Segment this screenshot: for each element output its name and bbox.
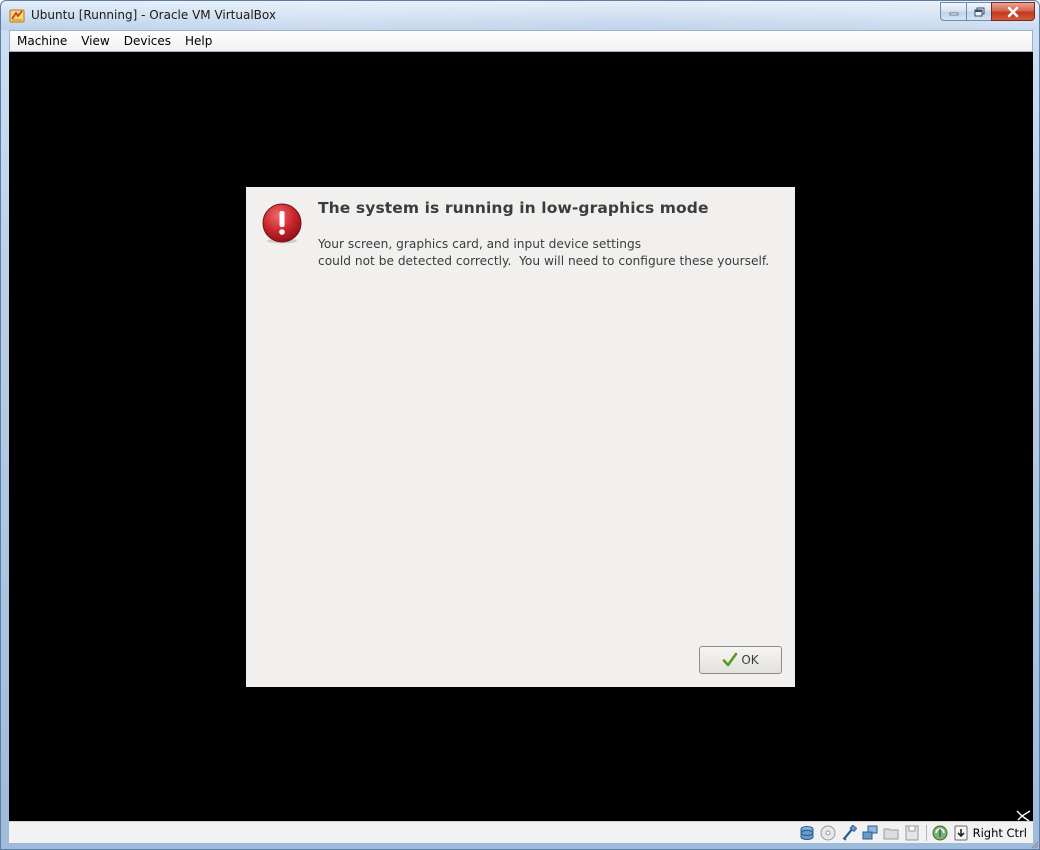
virtualbox-window: Ubuntu [Running] - Oracle VM VirtualBox: [0, 0, 1040, 850]
usb-icon[interactable]: [841, 825, 857, 841]
error-icon: [262, 203, 302, 244]
optical-drive-icon[interactable]: [820, 825, 836, 841]
restore-icon: [974, 7, 984, 16]
host-key-label: Right Ctrl: [972, 826, 1027, 840]
window-title: Ubuntu [Running] - Oracle VM VirtualBox: [31, 8, 276, 22]
virtualization-icon[interactable]: [932, 825, 948, 841]
minimize-button[interactable]: [940, 2, 967, 21]
title-bar[interactable]: Ubuntu [Running] - Oracle VM VirtualBox: [1, 1, 1039, 30]
vm-display[interactable]: The system is running in low-graphics mo…: [9, 52, 1033, 821]
menu-view[interactable]: View: [74, 31, 116, 51]
close-button[interactable]: [991, 2, 1035, 21]
mouse-integration-icon[interactable]: [953, 825, 969, 841]
menu-devices[interactable]: Devices: [117, 31, 178, 51]
network-icon[interactable]: [862, 825, 878, 841]
menu-machine[interactable]: Machine: [10, 31, 74, 51]
checkmark-icon: [723, 652, 738, 667]
low-graphics-dialog: The system is running in low-graphics mo…: [246, 187, 795, 687]
menu-help[interactable]: Help: [178, 31, 219, 51]
dialog-title: The system is running in low-graphics mo…: [318, 199, 709, 217]
status-bar: Right Ctrl: [9, 821, 1033, 843]
status-icons: Right Ctrl: [794, 824, 1027, 842]
dialog-message: Your screen, graphics card, and input de…: [318, 236, 769, 270]
status-separator: [925, 825, 927, 841]
dialog-message-line-2: could not be detected correctly. You wil…: [318, 254, 770, 268]
ok-button[interactable]: OK: [699, 646, 782, 674]
resize-grip-icon[interactable]: [1029, 839, 1039, 849]
close-icon: [1007, 6, 1019, 17]
ok-button-label: OK: [741, 653, 759, 667]
virtualbox-app-icon[interactable]: [9, 8, 25, 24]
window-controls: [940, 2, 1035, 22]
floppy-icon[interactable]: [904, 825, 920, 841]
minimize-icon: [949, 12, 958, 15]
dialog-message-line-1: Your screen, graphics card, and input de…: [318, 237, 642, 251]
shared-folders-icon[interactable]: [883, 825, 899, 841]
restore-button[interactable]: [966, 2, 992, 21]
menu-bar: Machine View Devices Help: [9, 30, 1033, 52]
hard-disk-icon[interactable]: [799, 825, 815, 841]
